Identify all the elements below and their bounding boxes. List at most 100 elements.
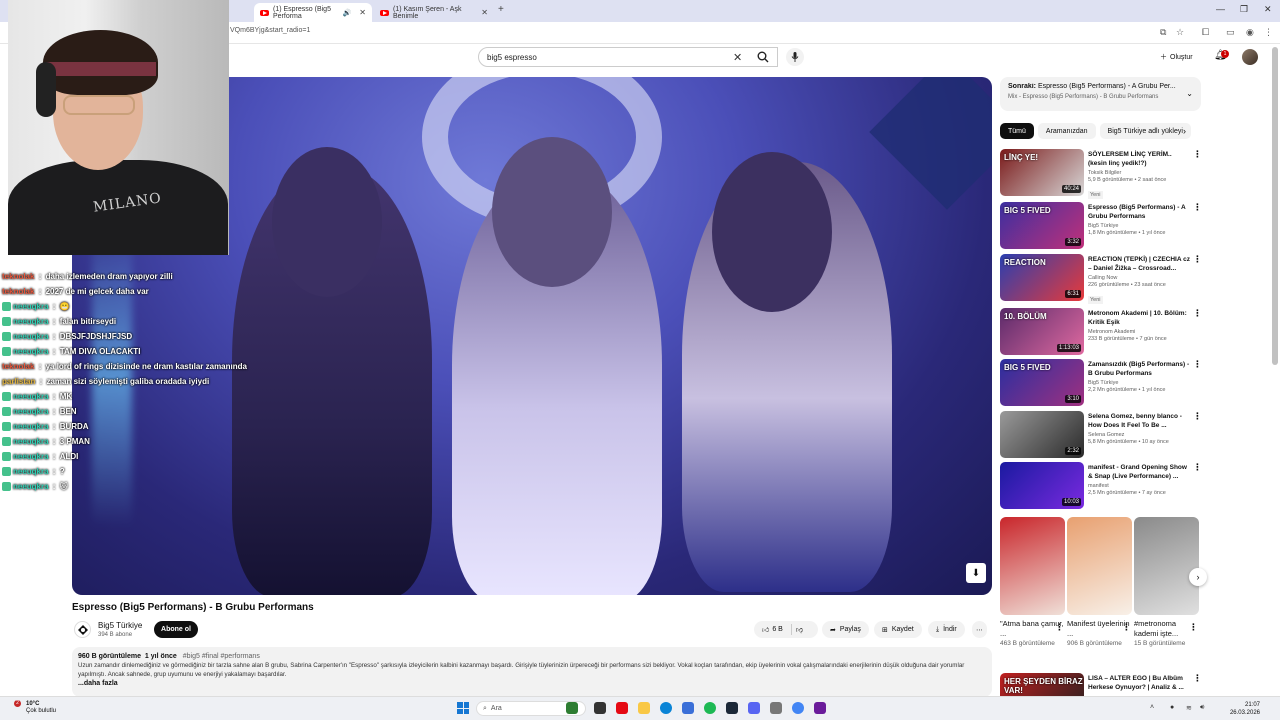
channel-name[interactable]: Selena Gomez <box>1088 432 1190 438</box>
list-item[interactable]: HER ŞEYDEN BİRAZ VAR! LISA – ALTER EGO |… <box>1000 673 1201 696</box>
subscribe-button[interactable]: Abone ol <box>154 621 198 638</box>
chrome-icon[interactable] <box>792 702 804 714</box>
close-tab-icon[interactable]: ✕ <box>481 8 488 17</box>
filter-chip[interactable]: Aramanızdan <box>1037 123 1096 139</box>
menu-dots-icon[interactable]: ⋮ <box>1264 27 1273 38</box>
short-item[interactable]: Manifest üyelerinin ... 906 B görüntüleme… <box>1067 517 1133 648</box>
short-item[interactable]: "Atma bana çamur, ... 463 B görüntüleme ⋮ <box>1000 517 1066 648</box>
voice-search-button[interactable] <box>786 48 804 66</box>
list-item[interactable]: LİNÇ YE! 40:24 SÖYLERSEM LİNÇ YERİM.. (kes… <box>1000 149 1202 199</box>
video-title[interactable]: Metronom Akademi | 10. Bölüm: Kritik Eşi… <box>1088 309 1190 327</box>
clear-search-icon[interactable]: ✕ <box>733 51 742 64</box>
video-title[interactable]: SÖYLERSEM LİNÇ YERİM.. (kesin linç yedik… <box>1088 150 1190 168</box>
list-item[interactable]: REACTION 6:31 REACTION (TEPKİ) | CZECHIA c… <box>1000 254 1202 304</box>
netflix-icon[interactable] <box>616 702 628 714</box>
maximize-icon[interactable]: ❐ <box>1240 4 1248 15</box>
download-button[interactable]: ⤓ İndir <box>928 621 965 638</box>
more-vert-icon[interactable]: ⋮ <box>1193 673 1201 684</box>
steam-icon[interactable] <box>726 702 738 714</box>
clock[interactable]: 21:07 26.03.2026 <box>1224 701 1260 717</box>
more-vert-icon[interactable]: ⋮ <box>1193 202 1202 213</box>
close-tab-icon[interactable]: ✕ <box>359 8 366 17</box>
account-avatar[interactable] <box>1242 49 1258 65</box>
more-vert-icon[interactable]: ⋮ <box>1193 359 1202 370</box>
list-item[interactable]: 10:03 manifest - Grand Opening Show & Sna… <box>1000 462 1202 510</box>
browser-tab-active[interactable]: (1) Espresso (Big5 Performa 🔊 ✕ <box>254 3 372 22</box>
filter-chip[interactable]: Big5 Türkiye adlı yükleyi <box>1099 123 1191 139</box>
video-thumbnail[interactable]: REACTION 6:31 <box>1000 254 1084 301</box>
video-thumbnail[interactable]: LİNÇ YE! 40:24 <box>1000 149 1084 196</box>
create-button[interactable]: ＋ Oluştur <box>1154 49 1199 65</box>
search-button[interactable] <box>748 47 778 67</box>
show-more-link[interactable]: ...daha fazla <box>78 680 986 687</box>
volume-icon[interactable]: 🔊︎ <box>1200 704 1204 712</box>
install-icon[interactable]: ⧉ <box>1160 27 1166 38</box>
app-icon[interactable] <box>814 702 826 714</box>
channel-avatar[interactable] <box>74 621 91 638</box>
dislike-button[interactable]: 👎︎ <box>796 625 803 634</box>
app-icon[interactable] <box>770 702 782 714</box>
channel-name[interactable]: Big5 Türkiye <box>1088 223 1190 229</box>
video-thumbnail[interactable]: 10:03 <box>1000 462 1084 509</box>
weather-widget[interactable]: 10°C Çok bulutlu <box>26 701 56 715</box>
more-vert-icon[interactable]: ⋮ <box>1189 622 1198 633</box>
more-vert-icon[interactable]: ⋮ <box>1055 622 1064 633</box>
list-item[interactable]: BIG 5 FIVED 3:10 Zamansızdık (Big5 Perform… <box>1000 359 1202 407</box>
taskview-icon[interactable] <box>594 702 606 714</box>
minimize-icon[interactable]: — <box>1216 4 1225 14</box>
search-box[interactable]: big5 espresso ✕ <box>478 47 778 67</box>
url-text[interactable]: VQm6BYjg&start_radio=1 <box>230 27 310 34</box>
windows-start-icon[interactable] <box>457 702 469 714</box>
list-item[interactable]: 10. BÖLÜM 1:13:03 Metronom Akademi | 10. B… <box>1000 308 1202 356</box>
video-thumbnail[interactable]: BIG 5 FIVED 3:32 <box>1000 202 1084 249</box>
chevron-down-icon[interactable]: ⌄ <box>1186 89 1193 98</box>
page-scrollbar[interactable] <box>1272 47 1278 365</box>
chevron-right-icon[interactable]: › <box>1183 126 1186 136</box>
store-icon[interactable] <box>682 702 694 714</box>
channel-name[interactable]: manifest <box>1088 483 1190 489</box>
more-vert-icon[interactable]: ⋮ <box>1193 308 1202 319</box>
discord-icon[interactable] <box>748 702 760 714</box>
video-title[interactable]: LISA – ALTER EGO | Bu Albüm Herkese Oynu… <box>1088 674 1190 692</box>
browser-tab[interactable]: (1) Kasım Şeren - Aşk Benimle ✕ <box>374 3 494 22</box>
video-thumbnail[interactable]: HER ŞEYDEN BİRAZ VAR! <box>1000 673 1084 696</box>
shorts-next-button[interactable]: › <box>1189 568 1207 586</box>
up-next-panel[interactable]: Sonraki: Espresso (Big5 Performans) - A … <box>1000 77 1201 111</box>
video-title[interactable]: manifest - Grand Opening Show & Snap (Li… <box>1088 463 1190 481</box>
new-tab-button[interactable]: + <box>498 4 504 15</box>
video-thumbnail[interactable]: BIG 5 FIVED 3:10 <box>1000 359 1084 406</box>
video-title[interactable]: Zamansızdık (Big5 Performans) - B Grubu … <box>1088 360 1190 378</box>
tray-chevron-icon[interactable]: ˄ <box>1150 704 1154 711</box>
more-actions-button[interactable]: ⋯ <box>972 621 987 638</box>
like-button[interactable]: 👍︎ 6 B <box>762 625 783 634</box>
more-vert-icon[interactable]: ⋮ <box>1122 622 1131 633</box>
short-thumbnail[interactable] <box>1067 517 1132 615</box>
profile-icon[interactable]: ◉ <box>1246 27 1254 38</box>
more-vert-icon[interactable]: ⋮ <box>1193 254 1202 265</box>
channel-name[interactable]: Calling Now <box>1088 275 1190 281</box>
filter-chip[interactable]: Tümü <box>1000 123 1034 139</box>
game-app-icon[interactable] <box>566 702 578 714</box>
search-input[interactable]: big5 espresso <box>487 53 537 62</box>
file-explorer-icon[interactable] <box>638 702 650 714</box>
share-button[interactable]: ➦ Paylaş <box>822 621 869 638</box>
video-thumbnail[interactable]: 2:32 <box>1000 411 1084 458</box>
video-title[interactable]: Selena Gomez, benny blanco - How Does It… <box>1088 412 1190 430</box>
spotify-icon[interactable] <box>704 702 716 714</box>
description-box[interactable]: 960 B görüntüleme 1 yıl önce #big5 #fina… <box>72 647 992 697</box>
list-item[interactable]: BIG 5 FIVED 3:32 Espresso (Big5 Performans… <box>1000 202 1202 250</box>
extensions-icon[interactable]: ⧠ <box>1202 27 1209 38</box>
player-overlay-button[interactable]: ⬇︎ <box>966 563 986 583</box>
video-thumbnail[interactable]: 10. BÖLÜM 1:13:03 <box>1000 308 1084 355</box>
channel-name[interactable]: Big5 Türkiye <box>98 621 142 630</box>
video-title[interactable]: REACTION (TEPKİ) | CZECHIA cz – Daniel Ž… <box>1088 255 1190 273</box>
channel-name[interactable]: Metronom Akademi <box>1088 329 1190 335</box>
more-vert-icon[interactable]: ⋮ <box>1193 411 1202 422</box>
more-vert-icon[interactable]: ⋮ <box>1193 149 1202 160</box>
bookmark-star-icon[interactable]: ☆ <box>1176 27 1184 38</box>
tray-app-icon[interactable]: ● <box>1170 704 1174 711</box>
short-thumbnail[interactable] <box>1134 517 1199 615</box>
more-vert-icon[interactable]: ⋮ <box>1193 462 1202 473</box>
short-thumbnail[interactable] <box>1000 517 1065 615</box>
sidebar-icon[interactable]: ▭ <box>1226 27 1235 38</box>
